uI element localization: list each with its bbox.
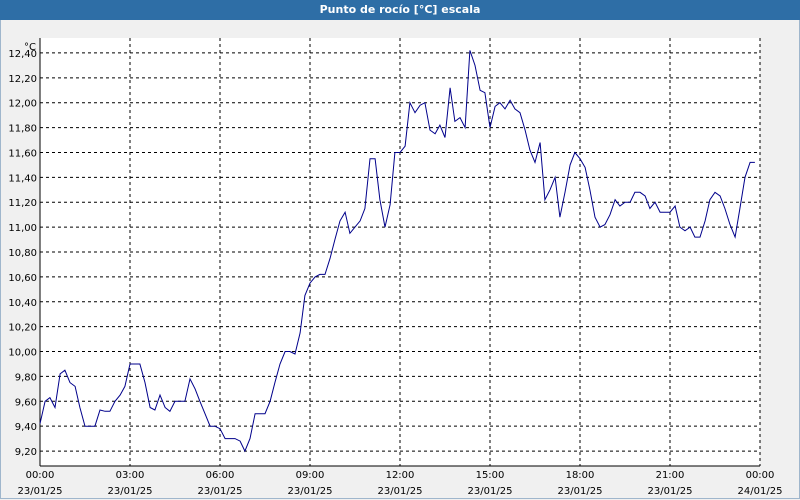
x-tick-date: 23/01/25: [468, 486, 513, 497]
chart-svg: 12,4012,2012,0011,8011,6011,4011,2011,00…: [8, 38, 783, 497]
x-tick-time: 09:00: [296, 470, 325, 481]
x-tick-date: 23/01/25: [558, 486, 603, 497]
y-tick-label: 11,80: [8, 124, 37, 135]
y-tick-label: 12,20: [8, 74, 37, 85]
y-tick-label: 10,40: [8, 298, 37, 309]
x-tick-date: 23/01/25: [378, 486, 423, 497]
x-tick-time: 00:00: [746, 470, 775, 481]
y-tick-label: 9,20: [15, 447, 37, 458]
y-tick-label: 10,80: [8, 248, 37, 259]
y-tick-label: 9,40: [15, 422, 37, 433]
y-tick-label: 10,00: [8, 348, 37, 359]
y-tick-label: 10,60: [8, 273, 37, 284]
y-tick-label: 11,60: [8, 148, 37, 159]
x-tick-time: 06:00: [206, 470, 235, 481]
x-tick-date: 23/01/25: [18, 486, 63, 497]
y-tick-label: 12,00: [8, 99, 37, 110]
y-tick-label: 11,40: [8, 173, 37, 184]
x-tick-date: 24/01/25: [738, 486, 783, 497]
x-tick-date: 23/01/25: [288, 486, 333, 497]
x-tick-time: 00:00: [26, 470, 55, 481]
y-tick-label: 10,20: [8, 323, 37, 334]
x-tick-date: 23/01/25: [648, 486, 693, 497]
x-tick-time: 21:00: [656, 470, 685, 481]
y-tick-label: 9,60: [15, 397, 37, 408]
x-tick-date: 23/01/25: [198, 486, 243, 497]
y-tick-label: 9,80: [15, 372, 37, 383]
x-tick-time: 15:00: [476, 470, 505, 481]
x-tick-time: 03:00: [116, 470, 145, 481]
x-tick-date: 23/01/25: [108, 486, 153, 497]
y-tick-label: 11,20: [8, 198, 37, 209]
y-tick-label: 11,00: [8, 223, 37, 234]
y-axis-label: °C: [24, 42, 36, 53]
x-tick-time: 18:00: [566, 470, 595, 481]
x-tick-time: 12:00: [386, 470, 415, 481]
